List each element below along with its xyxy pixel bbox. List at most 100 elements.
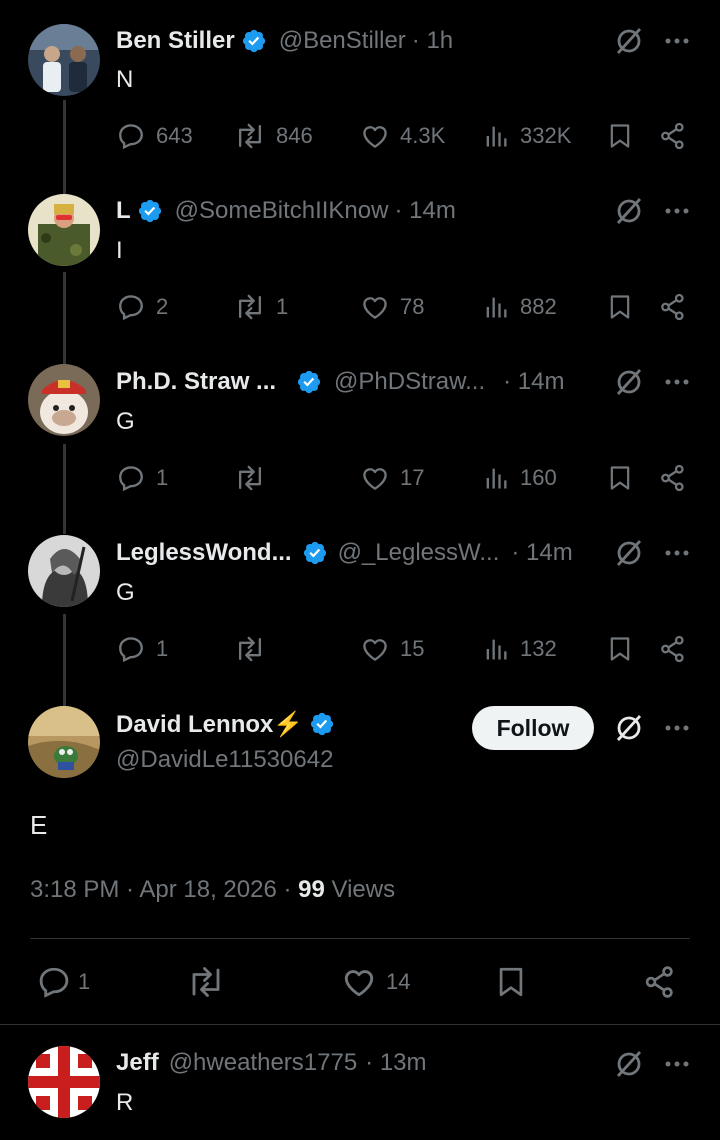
like-count: 4.3K (400, 123, 446, 148)
author-handle[interactable]: @SomeBitchIIKnow (175, 197, 389, 225)
avatar[interactable] (28, 1046, 100, 1118)
thread-connector (63, 614, 66, 706)
author-name[interactable]: Jeff (116, 1049, 159, 1077)
more-icon[interactable] (664, 196, 690, 226)
post-time[interactable]: · 14m (503, 368, 564, 396)
share-button[interactable] (658, 631, 688, 667)
repost-icon (238, 636, 262, 662)
repost-button[interactable] (186, 962, 236, 1002)
views-icon (486, 639, 507, 660)
more-icon[interactable] (664, 538, 690, 568)
share-icon (661, 635, 684, 663)
like-icon (344, 970, 374, 997)
avatar[interactable] (28, 706, 100, 778)
follow-button[interactable]: Follow (472, 706, 594, 750)
grok-icon[interactable] (614, 367, 644, 397)
share-button[interactable] (658, 118, 688, 154)
bookmark-button[interactable] (606, 631, 634, 667)
bookmark-button[interactable] (606, 118, 634, 154)
avatar[interactable] (28, 535, 100, 607)
author-handle[interactable]: @DavidLe11530642 (116, 746, 333, 774)
author-handle[interactable]: @PhDStraw... (334, 368, 485, 396)
views-icon (486, 126, 507, 147)
like-button[interactable]: 4.3K (360, 118, 445, 154)
like-button[interactable]: 78 (360, 289, 424, 325)
post-text: G (116, 579, 135, 606)
grok-icon[interactable] (614, 1049, 644, 1079)
views-count: 882 (520, 294, 557, 319)
timestamp-text[interactable]: 3:18 PM · Apr 18, 2026 · (30, 876, 298, 903)
reply-icon (119, 637, 143, 663)
reply-button[interactable]: 2 (116, 289, 168, 325)
reply-button[interactable]: 643 (116, 118, 193, 154)
author-handle[interactable]: @hweathers1775 (169, 1049, 357, 1077)
grok-icon[interactable] (614, 538, 644, 568)
repost-button[interactable]: 1 (234, 289, 288, 325)
views-button[interactable]: 160 (482, 460, 557, 496)
reply-button[interactable]: 1 (116, 460, 168, 496)
repost-count: 1 (276, 294, 289, 319)
bookmark-icon (610, 466, 630, 490)
views-button[interactable]: 882 (482, 289, 557, 325)
repost-icon (238, 465, 262, 491)
author-name[interactable]: Ph.D. Straw ... (116, 368, 276, 396)
post-time[interactable]: · 14m (511, 539, 572, 567)
verified-badge-icon (138, 199, 161, 223)
share-button[interactable] (642, 962, 678, 1002)
like-button[interactable]: 14 (340, 962, 410, 1002)
repost-button[interactable] (234, 631, 276, 667)
bookmark-button[interactable] (606, 460, 634, 496)
reply-icon (119, 295, 143, 321)
reply-button[interactable]: 1 (36, 962, 90, 1002)
bookmark-button[interactable] (494, 962, 528, 1002)
post-timestamp: 3:18 PM · Apr 18, 2026 · 99 Views (30, 876, 395, 904)
post-text: E (30, 810, 48, 840)
grok-icon[interactable] (614, 196, 644, 226)
bookmark-button[interactable] (606, 289, 634, 325)
author-handle[interactable]: @_LeglessW... (338, 539, 500, 567)
verified-badge-icon (242, 29, 265, 53)
more-icon[interactable] (664, 1049, 690, 1079)
more-icon[interactable] (664, 367, 690, 397)
views-button[interactable]: 132 (482, 631, 557, 667)
author-name[interactable]: David Lennox⚡ (116, 710, 303, 739)
verified-badge-icon (297, 370, 321, 394)
like-count: 15 (400, 636, 425, 661)
reply-button[interactable]: 1 (116, 631, 168, 667)
bookmark-icon (499, 967, 523, 997)
views-button[interactable]: 332K (482, 118, 571, 154)
avatar[interactable] (28, 24, 100, 96)
post-time[interactable]: · 13m (365, 1049, 426, 1077)
like-icon (363, 126, 387, 148)
share-icon (645, 966, 673, 998)
author-name[interactable]: Ben Stiller (116, 27, 235, 55)
reply-count: 1 (78, 969, 91, 994)
author-name[interactable]: LeglessWond... (116, 539, 292, 567)
share-button[interactable] (658, 289, 688, 325)
bookmark-icon (610, 295, 630, 319)
like-button[interactable]: 15 (360, 631, 424, 667)
post-time[interactable]: · 14m (394, 197, 455, 225)
views-icon (486, 297, 507, 318)
verified-badge-icon (303, 541, 326, 565)
grok-icon[interactable] (614, 713, 644, 743)
grok-icon[interactable] (614, 26, 644, 56)
avatar[interactable] (28, 194, 100, 266)
more-icon[interactable] (664, 713, 690, 743)
more-icon[interactable] (664, 26, 690, 56)
bookmark-icon (610, 637, 630, 661)
main-post-actions: 1 14 (36, 962, 690, 1002)
like-count: 14 (386, 969, 411, 994)
share-button[interactable] (658, 460, 688, 496)
like-icon (363, 468, 387, 490)
reply-count: 1 (156, 465, 169, 490)
author-handle[interactable]: @BenStiller (279, 27, 406, 55)
avatar[interactable] (28, 364, 100, 436)
post-time[interactable]: · 1h (412, 27, 453, 55)
thread-connector (63, 100, 66, 194)
repost-button[interactable]: 846 (234, 118, 313, 154)
author-name[interactable]: L (116, 197, 131, 225)
repost-button[interactable] (234, 460, 276, 496)
repost-icon (192, 967, 220, 997)
like-button[interactable]: 17 (360, 460, 424, 496)
